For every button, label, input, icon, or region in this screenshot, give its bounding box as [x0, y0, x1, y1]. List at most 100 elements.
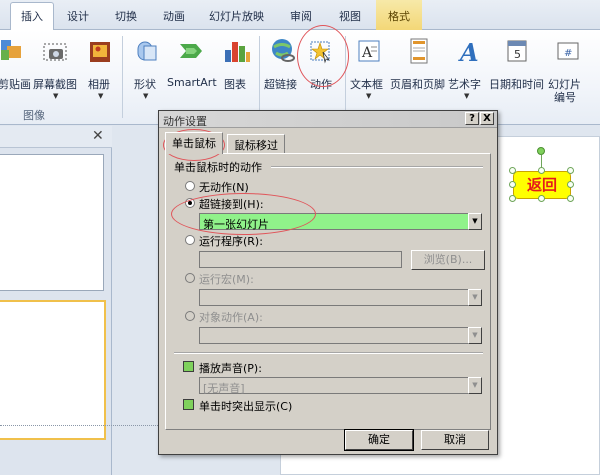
album-button[interactable]: 相册 ▼	[86, 36, 116, 100]
action-label: 动作	[310, 78, 332, 91]
label-highlight-click: 单击时突出显示(C)	[199, 400, 293, 413]
screenshot-icon	[43, 43, 67, 61]
wordart-label: 艺术字	[448, 78, 481, 91]
chart-label: 图表	[224, 78, 246, 91]
hyperlink-button[interactable]: 超链接	[264, 36, 302, 91]
chevron-down-icon[interactable]: ▼	[468, 377, 482, 394]
header-footer-label: 页眉和页脚	[390, 78, 445, 91]
checkbox-play-sound[interactable]	[183, 361, 194, 372]
label-run-program: 运行程序(R):	[199, 235, 263, 248]
album-icon	[90, 42, 110, 62]
resize-handle[interactable]	[567, 181, 574, 188]
wordart-button[interactable]: A 艺术字 ▼	[448, 36, 488, 100]
chart-icon	[225, 42, 250, 62]
dialog-title: 动作设置	[163, 115, 207, 128]
cancel-button[interactable]: 取消	[421, 430, 489, 450]
calendar-icon: 5	[507, 40, 527, 62]
label-hyperlink: 超链接到(H):	[199, 198, 264, 211]
slides-pane: ✕	[0, 126, 112, 475]
group-separator	[122, 36, 123, 118]
clipart-button[interactable]: 剪贴画	[0, 36, 31, 91]
resize-handle[interactable]	[509, 181, 516, 188]
dialog-titlebar[interactable]: 动作设置 ? X	[159, 111, 497, 128]
tab-slideshow[interactable]: 幻灯片放映	[209, 8, 264, 24]
sound-select[interactable]: [无声音]	[199, 377, 472, 395]
tab-transitions[interactable]: 切换	[115, 8, 137, 24]
chart-button[interactable]: 图表	[220, 36, 254, 91]
slide-number-label-2: 编号	[554, 91, 576, 104]
textbox-label: 文本框	[350, 78, 383, 91]
sound-value: [无声音]	[203, 382, 245, 395]
tab-mouse-over[interactable]: 鼠标移过	[227, 134, 285, 153]
album-label: 相册	[88, 78, 110, 91]
slide-thumbnail-2[interactable]	[0, 300, 106, 440]
object-action-select[interactable]	[199, 327, 472, 344]
resize-handle[interactable]	[567, 167, 574, 174]
header-footer-button[interactable]: 页眉和页脚	[390, 36, 447, 91]
radio-no-action[interactable]	[185, 181, 195, 191]
help-button[interactable]: ?	[465, 112, 479, 125]
resize-handle[interactable]	[509, 167, 516, 174]
smartart-button[interactable]: SmartArt	[167, 36, 217, 89]
slides-pane-header: ✕	[0, 126, 112, 148]
tab-design[interactable]: 设计	[67, 8, 89, 24]
smartart-label: SmartArt	[167, 76, 217, 89]
run-program-input[interactable]	[199, 251, 402, 268]
action-button[interactable]: 动作	[306, 36, 338, 91]
textbox-icon: A	[358, 40, 380, 62]
clipart-label: 剪贴画	[0, 78, 31, 91]
action-icon	[310, 41, 331, 64]
radio-hyperlink[interactable]	[185, 198, 195, 208]
screenshot-button[interactable]: 屏幕截图 ▼	[33, 36, 81, 100]
smartart-icon	[180, 44, 202, 58]
tab-insert[interactable]: 插入	[10, 2, 54, 31]
slide-thumbnail-1[interactable]	[0, 154, 104, 291]
group-separator	[259, 36, 260, 118]
rotation-handle[interactable]	[537, 147, 545, 155]
tab-format[interactable]: 格式	[376, 0, 422, 30]
section-divider	[174, 352, 483, 354]
svg-text:5: 5	[514, 48, 521, 61]
shapes-label: 形状	[134, 78, 156, 91]
radio-run-program[interactable]	[185, 235, 195, 245]
tab-review[interactable]: 审阅	[290, 8, 312, 24]
ok-button[interactable]: 确定	[344, 429, 414, 451]
shapes-button[interactable]: 形状 ▼	[130, 36, 164, 100]
chevron-down-icon[interactable]: ▼	[468, 213, 482, 230]
browse-button[interactable]: 浏览(B)...	[411, 250, 485, 270]
wordart-icon: A	[458, 38, 479, 66]
group-separator	[345, 36, 346, 118]
datetime-button[interactable]: 5 日期和时间	[488, 36, 546, 91]
chevron-down-icon[interactable]: ▼	[468, 289, 482, 306]
close-icon[interactable]: ✕	[92, 128, 104, 144]
label-run-macro: 运行宏(M):	[199, 273, 254, 286]
screenshot-dropdown-icon: ▼	[53, 92, 59, 100]
section-divider	[271, 166, 483, 168]
screenshot-label: 屏幕截图	[33, 78, 77, 91]
tab-view[interactable]: 视图	[339, 8, 361, 24]
radio-object-action[interactable]	[185, 311, 195, 321]
tab-mouse-click[interactable]: 单击鼠标	[165, 132, 223, 154]
resize-handle[interactable]	[538, 195, 545, 202]
checkbox-highlight-click[interactable]	[183, 399, 194, 410]
datetime-label: 日期和时间	[489, 78, 544, 91]
label-object-action: 对象动作(A):	[199, 311, 263, 324]
clipart-icon	[1, 40, 21, 60]
svg-text:#: #	[564, 48, 572, 59]
close-button[interactable]: X	[480, 112, 494, 125]
resize-handle[interactable]	[509, 195, 516, 202]
chevron-down-icon[interactable]: ▼	[468, 327, 482, 344]
textbox-button[interactable]: A 文本框 ▼	[350, 36, 388, 100]
group-image-label: 图像	[23, 109, 45, 122]
ribbon-tab-bar: 插入 设计 切换 动画 幻灯片放映 审阅 视图 格式	[0, 0, 600, 31]
hyperlink-target-value: 第一张幻灯片	[203, 218, 269, 231]
radio-run-macro[interactable]	[185, 273, 195, 283]
tab-animations[interactable]: 动画	[163, 8, 185, 24]
resize-handle[interactable]	[567, 195, 574, 202]
hyperlink-label: 超链接	[264, 78, 297, 91]
hyperlink-target-select[interactable]: 第一张幻灯片	[199, 213, 472, 231]
wordart-dropdown-icon: ▼	[464, 92, 470, 100]
run-macro-select[interactable]	[199, 289, 472, 306]
resize-handle[interactable]	[538, 167, 545, 174]
slide-number-button[interactable]: # 幻灯片 编号	[548, 36, 588, 104]
